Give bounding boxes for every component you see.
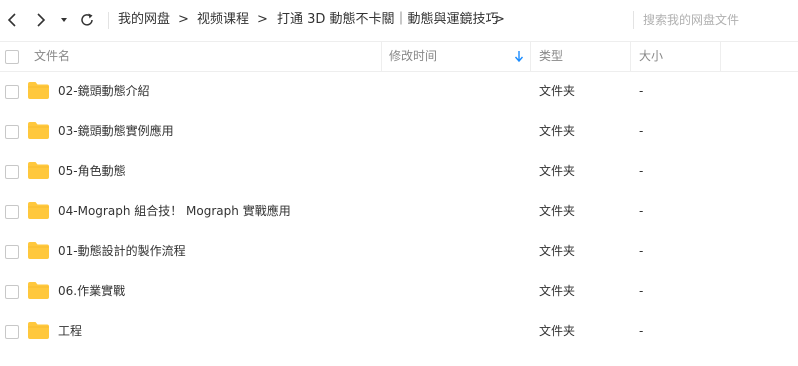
row-checkbox[interactable] (5, 165, 19, 179)
breadcrumb-separator: > (257, 12, 268, 27)
back-button[interactable] (2, 10, 22, 30)
breadcrumb-separator: > (178, 12, 189, 27)
folder-icon (28, 82, 49, 99)
toolbar: 我的网盘 > 视频课程 > 打通 3D 動態不卡關｜動態與運鏡技巧 > (0, 0, 798, 40)
file-row[interactable]: 06.作業實戰 文件夹 - (0, 271, 798, 311)
chevron-left-icon (7, 13, 16, 27)
file-name[interactable]: 工程 (58, 322, 82, 340)
file-name[interactable]: 05-角色動態 (58, 162, 126, 180)
select-all-checkbox[interactable] (5, 50, 19, 64)
file-size: - (639, 164, 644, 178)
history-dropdown-button[interactable] (58, 10, 70, 30)
file-type: 文件夹 (539, 84, 576, 98)
file-name[interactable]: 02-鏡頭動態介紹 (58, 82, 150, 100)
column-header-modified[interactable]: 修改时间 (389, 42, 437, 71)
file-type: 文件夹 (539, 324, 576, 338)
folder-icon (28, 242, 49, 259)
file-size: - (639, 284, 644, 298)
column-header-size[interactable]: 大小 (639, 42, 663, 71)
folder-icon (28, 282, 49, 299)
file-name[interactable]: 01-動態設計的製作流程 (58, 242, 186, 260)
file-row[interactable]: 工程 文件夹 - (0, 311, 798, 351)
column-divider (720, 42, 721, 71)
row-checkbox[interactable] (5, 85, 19, 99)
column-header-type[interactable]: 类型 (539, 42, 563, 71)
row-checkbox[interactable] (5, 205, 19, 219)
file-type: 文件夹 (539, 244, 576, 258)
search-input[interactable] (643, 9, 793, 31)
toolbar-divider (108, 12, 109, 29)
folder-icon (28, 322, 49, 339)
caret-down-icon (61, 18, 67, 22)
file-list-header: 文件名 修改时间 类型 大小 (0, 41, 798, 72)
file-row[interactable]: 04-Mograph 組合技！ Mograph 實戰應用 文件夹 - (0, 191, 798, 231)
folder-icon (28, 122, 49, 139)
file-name[interactable]: 03-鏡頭動態實例應用 (58, 122, 174, 140)
folder-icon (28, 202, 49, 219)
file-type: 文件夹 (539, 124, 576, 138)
breadcrumb-item-current-folder[interactable]: 打通 3D 動態不卡關｜動態與運鏡技巧 (277, 11, 499, 29)
file-type: 文件夹 (539, 204, 576, 218)
file-size: - (639, 244, 644, 258)
forward-button[interactable] (31, 10, 51, 30)
column-header-name[interactable]: 文件名 (34, 42, 70, 71)
row-checkbox[interactable] (5, 125, 19, 139)
file-size: - (639, 204, 644, 218)
row-checkbox[interactable] (5, 245, 19, 259)
column-divider (530, 42, 531, 71)
file-row[interactable]: 02-鏡頭動態介紹 文件夹 - (0, 71, 798, 111)
row-checkbox[interactable] (5, 285, 19, 299)
file-row[interactable]: 05-角色動態 文件夹 - (0, 151, 798, 191)
search-divider (633, 11, 634, 29)
breadcrumb-separator: > (494, 12, 505, 27)
breadcrumb-item-my-drive[interactable]: 我的网盘 (118, 11, 170, 29)
file-name[interactable]: 06.作業實戰 (58, 282, 125, 300)
file-size: - (639, 324, 644, 338)
chevron-right-icon (37, 13, 46, 27)
sort-down-arrow-icon[interactable] (514, 50, 524, 63)
refresh-icon (81, 13, 93, 26)
row-checkbox[interactable] (5, 325, 19, 339)
file-type: 文件夹 (539, 164, 576, 178)
file-name[interactable]: 04-Mograph 組合技！ Mograph 實戰應用 (58, 202, 291, 220)
breadcrumb-item-video-courses[interactable]: 视频课程 (197, 11, 249, 29)
file-row[interactable]: 03-鏡頭動態實例應用 文件夹 - (0, 111, 798, 151)
file-size: - (639, 84, 644, 98)
folder-icon (28, 162, 49, 179)
column-divider (381, 42, 382, 71)
search-box (633, 9, 798, 31)
refresh-button[interactable] (77, 10, 97, 30)
file-row[interactable]: 01-動態設計的製作流程 文件夹 - (0, 231, 798, 271)
column-divider (630, 42, 631, 71)
file-size: - (639, 124, 644, 138)
file-type: 文件夹 (539, 284, 576, 298)
